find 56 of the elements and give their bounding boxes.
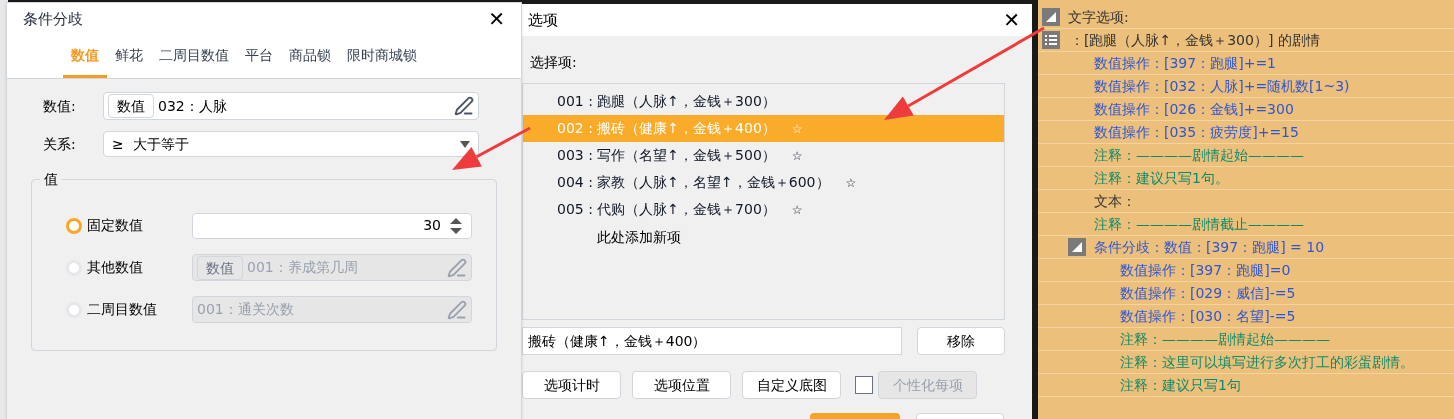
option-item[interactable]: 005 : 代购（人脉↑，金钱＋700） ☆ (523, 196, 1004, 223)
tab[interactable]: 平台 (237, 36, 281, 78)
field-value: 001：通关次数 (197, 300, 295, 319)
window-title: 选项 (528, 9, 558, 31)
field-value: 30 (422, 216, 442, 235)
field-value: 001：养成第几周 (247, 258, 359, 277)
event-line[interactable]: ：[跑腿（人脉↑，金钱＋300）] 的剧情 (1070, 29, 1320, 51)
radio-label: 二周目数值 (87, 300, 158, 319)
dialog-button[interactable]: 自定义底图 (742, 371, 841, 399)
event-line[interactable]: 文本： (1094, 190, 1136, 212)
dialog-button[interactable]: 选项位置 (632, 371, 731, 399)
radio-button[interactable] (66, 217, 82, 234)
event-line[interactable]: 数值操作：[035：疲劳度]+=15 (1094, 121, 1299, 143)
event-line[interactable]: 数值操作：[397：跑腿]+=1 (1094, 52, 1276, 74)
number-field[interactable]: 30 (192, 212, 472, 239)
list-label: 选择项: (530, 53, 578, 72)
star-icon: ☆ (791, 200, 803, 219)
star-icon: ☆ (791, 119, 803, 138)
tab[interactable]: 限时商城锁 (339, 36, 425, 78)
option-item[interactable]: 004 : 家教（人脉↑，名望↑，金钱＋600） ☆ (523, 169, 1004, 196)
field-label: 关系: (42, 134, 77, 154)
add-item-row[interactable]: 此处添加新项 (523, 223, 1004, 251)
event-line[interactable]: 数值操作：[032：人脉]+=随机数[1~3) (1094, 75, 1350, 97)
tag: 数值 (197, 255, 243, 280)
option-item[interactable]: 003 : 写作（名望↑，金钱＋500） ☆ (523, 142, 1004, 169)
field-label: 数值: (42, 96, 77, 116)
variable-field[interactable]: 数值 032：人脉 (103, 92, 479, 120)
window-title: 条件分歧 (23, 8, 83, 30)
spinner-icon[interactable] (449, 216, 463, 235)
star-icon: ☆ (845, 173, 857, 192)
event-line[interactable]: 条件分歧：数值：[397：跑腿] = 10 (1094, 236, 1325, 258)
radio-label: 其他数值 (87, 258, 144, 277)
tab[interactable]: 二周目数值 (151, 36, 237, 78)
dropdown-value: ≥ 大于等于 (112, 134, 190, 154)
toggle-icon[interactable] (1068, 238, 1086, 256)
dialog-button[interactable]: 选项计时 (522, 371, 621, 399)
relation-dropdown[interactable]: ≥ 大于等于 (103, 131, 479, 157)
list-icon (1042, 31, 1060, 49)
edit-icon[interactable] (454, 96, 474, 116)
radio-label: 固定数值 (87, 216, 144, 235)
event-line[interactable]: 数值操作：[030：名望]-=5 (1120, 305, 1296, 327)
option-item[interactable]: 001 : 跑腿（人脉↑，金钱＋300） (523, 88, 1004, 115)
event-line[interactable]: 数值操作：[397：跑腿]=0 (1120, 259, 1291, 281)
close-button[interactable]: ✕ (1003, 10, 1020, 30)
event-line[interactable]: 数值操作：[029：威信]-=5 (1120, 282, 1296, 304)
close-button[interactable]: ✕ (488, 9, 505, 29)
tab[interactable]: 鲜花 (107, 36, 151, 78)
field-value: 032：人脉 (158, 96, 228, 116)
option-text-field[interactable]: 搬砖（健康↑，金钱＋400） (522, 327, 902, 355)
star-icon: ☆ (791, 146, 803, 165)
remove-button[interactable]: 移除 (917, 327, 1005, 355)
tab[interactable]: 商品锁 (281, 36, 339, 78)
event-line[interactable]: 数值操作：[026：金钱]+=300 (1094, 98, 1294, 120)
toggle-icon[interactable] (1042, 8, 1060, 26)
tag: 数值 (108, 94, 154, 118)
event-line[interactable]: 文字选项: (1068, 6, 1129, 28)
